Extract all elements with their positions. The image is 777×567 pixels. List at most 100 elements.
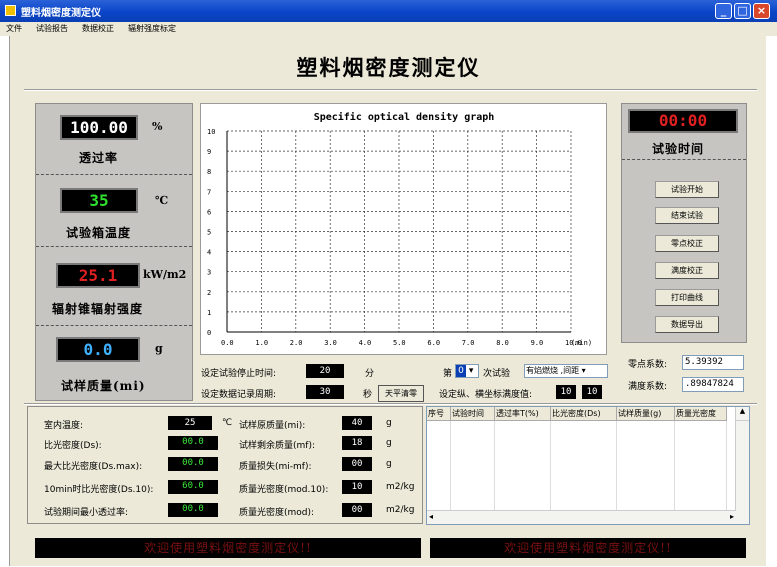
- x-tick-label: 10.0: [565, 339, 582, 347]
- initial-mass-label: 试样原质量(mi):: [239, 421, 306, 431]
- chamber-temp-display: 35: [60, 188, 138, 213]
- mode-select[interactable]: 有焰燃烧 ,间距 ▾: [524, 364, 608, 378]
- menu-report[interactable]: 试验报告: [36, 23, 68, 34]
- sample-mass-unit: g: [155, 342, 163, 355]
- mass-density-label: 质量光密度(mod):: [239, 508, 315, 518]
- max-density-label: 最大比光密度(Ds.max):: [44, 462, 143, 472]
- zero-coef-field[interactable]: 5.39392: [682, 355, 744, 370]
- residual-mass-label: 试样剩余质量(mf):: [239, 441, 315, 451]
- full-coef-label: 满度系数:: [628, 382, 668, 392]
- y-tick-label: 0: [207, 329, 211, 337]
- y-tick-label: 3: [207, 269, 211, 277]
- divider: [24, 403, 757, 405]
- table-header-5[interactable]: 质量光密度: [675, 407, 727, 421]
- chart-title: Specific optical density graph: [314, 111, 495, 123]
- axis-y-input[interactable]: 10: [556, 385, 576, 399]
- y-tick-label: 2: [207, 289, 211, 297]
- divider: [36, 325, 192, 326]
- residual-mass-unit: g: [386, 438, 392, 448]
- minimize-button[interactable]: _: [715, 3, 732, 19]
- data-table: 序号 试验时间 透过率T(%) 比光密度(Ds) 试样质量(g) 质量光密度 ▲ ◂ ▸: [426, 406, 750, 525]
- min-transmittance-value: 00.0: [168, 503, 218, 517]
- mass-density-value[interactable]: 00: [342, 503, 372, 517]
- y-tick-label: 6: [207, 208, 211, 216]
- zero-coef-label: 零点系数:: [628, 360, 668, 370]
- status-bar-right: 欢迎使用塑料烟密度测定仪!!: [430, 538, 746, 558]
- divider: [36, 246, 192, 247]
- record-period-input[interactable]: 30: [306, 385, 344, 399]
- table-header-3[interactable]: 比光密度(Ds): [551, 407, 617, 421]
- mass-loss-unit: g: [386, 459, 392, 469]
- run-number-select[interactable]: 0 ▾: [455, 364, 479, 378]
- divider: [24, 89, 757, 91]
- mass-loss-label: 质量损失(mi-mf):: [239, 462, 312, 472]
- scroll-left-icon[interactable]: ◂: [429, 512, 433, 521]
- full-coef-field[interactable]: .89847824: [682, 377, 744, 392]
- y-tick-label: 4: [207, 249, 211, 257]
- table-header-2[interactable]: 透过率T(%): [495, 407, 551, 421]
- initial-mass-unit: g: [386, 418, 392, 428]
- control-button-4[interactable]: 打印曲线: [655, 289, 719, 306]
- density-chart: Specific optical density graph (min) 0.0…: [207, 111, 592, 347]
- specific-density-label: 比光密度(Ds):: [44, 441, 102, 451]
- menu-file[interactable]: 文件: [6, 23, 22, 34]
- axis-x-input[interactable]: 10: [582, 385, 602, 399]
- sample-mass-display: 0.0: [56, 337, 140, 362]
- y-tick-label: 8: [207, 168, 211, 176]
- vertical-scrollbar[interactable]: ▲: [735, 407, 749, 524]
- run-prefix-label: 第: [443, 369, 453, 379]
- table-column-line: [674, 421, 675, 511]
- density-10-label: 10min时比光密度(Ds.10):: [44, 485, 154, 495]
- stop-time-unit: 分: [365, 369, 375, 379]
- chevron-down-icon: ▾: [466, 366, 474, 376]
- x-tick-label: 5.0: [393, 339, 406, 347]
- x-tick-label: 8.0: [496, 339, 509, 347]
- timer-label: 试验时间: [652, 142, 705, 156]
- control-button-0[interactable]: 试验开始: [655, 181, 719, 198]
- x-tick-label: 4.0: [359, 339, 372, 347]
- table-header-4[interactable]: 试样质量(g): [617, 407, 675, 421]
- specific-density-value: 00.0: [168, 436, 218, 450]
- horizontal-scrollbar[interactable]: ◂ ▸: [427, 510, 736, 524]
- balance-zero-button[interactable]: 天平清零: [378, 385, 424, 402]
- chamber-temp-label: 试验箱温度: [66, 226, 132, 240]
- radiant-intensity-label: 辐射锥辐射强度: [52, 302, 144, 316]
- table-header-0[interactable]: 序号: [427, 407, 451, 421]
- x-tick-label: 1.0: [255, 339, 268, 347]
- table-body: [427, 421, 736, 511]
- room-temp-value: 25: [168, 416, 212, 430]
- run-suffix-label: 次试验: [483, 369, 511, 379]
- divider: [622, 159, 746, 160]
- y-tick-label: 5: [207, 229, 211, 237]
- radiant-intensity-unit: kW/m2: [143, 268, 187, 281]
- control-button-1[interactable]: 结束试验: [655, 207, 719, 224]
- menu-radiation-calibration[interactable]: 辐射强度标定: [128, 23, 176, 34]
- mass-density-10-value[interactable]: 10: [342, 480, 372, 494]
- room-temp-label: 室内温度:: [44, 421, 84, 431]
- mass-density-10-unit: m2/kg: [386, 482, 415, 492]
- max-density-value: 00.0: [168, 457, 218, 471]
- divider: [36, 174, 192, 175]
- density-10-value: 60.0: [168, 480, 218, 494]
- table-header-1[interactable]: 试验时间: [451, 407, 495, 421]
- y-tick-label: 9: [207, 148, 211, 156]
- sample-mass-label: 试样质量(mi): [61, 379, 146, 393]
- control-button-3[interactable]: 满度校正: [655, 262, 719, 279]
- maximize-button[interactable]: □: [734, 3, 751, 19]
- residual-mass-value[interactable]: 18: [342, 436, 372, 450]
- min-transmittance-label: 试验期间最小透过率:: [44, 508, 129, 518]
- stop-time-input[interactable]: 20: [306, 364, 344, 378]
- close-button[interactable]: ×: [753, 3, 770, 19]
- mass-density-unit: m2/kg: [386, 505, 415, 515]
- record-period-label: 设定数据记录周期:: [201, 390, 277, 400]
- scroll-right-icon[interactable]: ▸: [730, 512, 734, 521]
- menu-calibration[interactable]: 数据校正: [82, 23, 114, 34]
- run-number-value: 0: [456, 365, 466, 377]
- control-button-5[interactable]: 数据导出: [655, 316, 719, 333]
- control-button-2[interactable]: 零点校正: [655, 235, 719, 252]
- initial-mass-value[interactable]: 40: [342, 416, 372, 430]
- transmittance-unit: %: [152, 120, 163, 133]
- y-tick-label: 10: [207, 128, 215, 136]
- mass-loss-value[interactable]: 00: [342, 457, 372, 471]
- scroll-up-icon[interactable]: ▲: [736, 407, 749, 421]
